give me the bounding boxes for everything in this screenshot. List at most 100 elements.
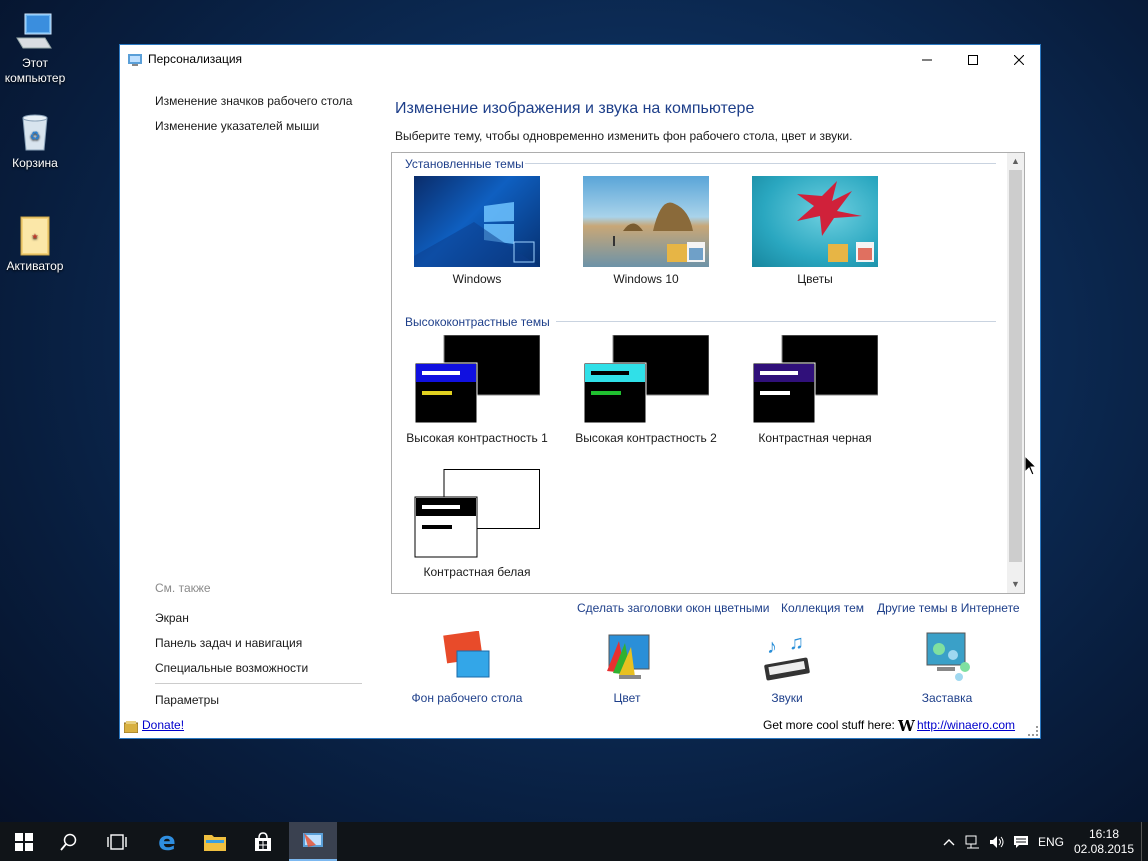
desktop-icon-recycle-bin[interactable]: ♻ Корзина <box>0 112 70 171</box>
resize-grip-icon[interactable] <box>1028 726 1038 736</box>
see-also-heading: См. также <box>155 581 211 595</box>
taskbar-navigation-link[interactable]: Панель задач и навигация <box>155 636 302 650</box>
color-titles-link[interactable]: Сделать заголовки окон цветными <box>577 601 769 615</box>
scroll-down-arrow-icon[interactable]: ▼ <box>1007 576 1024 593</box>
maximize-icon <box>968 55 978 65</box>
theme-thumbnail <box>583 176 709 267</box>
theme-label: Высокая контрастность 1 <box>406 431 548 445</box>
accessibility-link[interactable]: Специальные возможности <box>155 661 308 675</box>
winaero-link[interactable]: http://winaero.com <box>917 718 1015 732</box>
show-hidden-icons-button[interactable] <box>938 822 960 861</box>
theme-windows-10[interactable]: Windows 10 <box>566 176 726 286</box>
sidebar-divider <box>155 683 362 684</box>
volume-tray-button[interactable] <box>986 822 1008 861</box>
scroll-up-arrow-icon[interactable]: ▲ <box>1007 153 1024 170</box>
file-explorer-taskbar-button[interactable] <box>191 822 239 861</box>
clock-date: 02.08.2015 <box>1073 841 1135 856</box>
desktop-icon-this-pc[interactable]: Этот компьютер <box>0 12 70 86</box>
theme-high-contrast-1[interactable]: Высокая контрастность 1 <box>397 335 557 445</box>
theme-windows[interactable]: Windows <box>397 176 557 286</box>
theme-flowers[interactable]: Цветы <box>735 176 895 286</box>
task-view-icon <box>107 833 127 850</box>
svg-text:♫: ♫ <box>789 632 804 654</box>
windows-logo-icon <box>15 832 33 851</box>
group-divider <box>525 163 996 164</box>
desktop-background-label: Фон рабочего стола <box>411 691 523 705</box>
page-title: Изменение изображения и звука на компьют… <box>395 100 755 117</box>
volume-icon <box>990 835 1004 848</box>
online-themes-link[interactable]: Другие темы в Интернете <box>877 601 1020 615</box>
display-link[interactable]: Экран <box>155 611 189 625</box>
folder-icon <box>204 834 226 851</box>
theme-thumbnail <box>414 335 540 426</box>
chevron-up-icon <box>943 838 955 845</box>
start-button[interactable] <box>0 822 48 861</box>
settings-link[interactable]: Параметры <box>155 693 219 707</box>
recycle-bin-icon: ♻ <box>15 112 55 152</box>
svg-text:★: ★ <box>31 232 38 241</box>
store-taskbar-button[interactable] <box>239 822 287 861</box>
scroll-thumb[interactable] <box>1009 170 1022 562</box>
theme-collection-link[interactable]: Коллекция тем <box>781 601 864 615</box>
svg-text:♪: ♪ <box>767 636 777 658</box>
theme-high-contrast-2[interactable]: Высокая контрастность 2 <box>566 335 726 445</box>
window-title: Персонализация <box>148 52 243 66</box>
theme-thumbnail <box>414 176 540 267</box>
search-button[interactable] <box>45 822 93 861</box>
language-indicator[interactable]: ENG <box>1034 822 1068 861</box>
sounds-button[interactable]: ♪ ♫ Звуки <box>722 631 852 705</box>
desktop-background-icon <box>439 630 495 683</box>
theme-label: Контрастная черная <box>758 431 872 445</box>
installed-themes-heading: Установленные темы <box>405 157 524 171</box>
change-desktop-icons-link[interactable]: Изменение значков рабочего стола <box>155 94 352 108</box>
get-more-text: Get more cool stuff here: <box>763 718 895 732</box>
personalization-taskbar-button[interactable] <box>289 822 337 861</box>
theme-list-scrollbar[interactable]: ▲ ▼ <box>1007 153 1024 593</box>
screensaver-button[interactable]: Заставка <box>882 631 1012 705</box>
color-button[interactable]: Цвет <box>562 631 692 705</box>
theme-label: Контрастная белая <box>423 565 531 579</box>
network-tray-button[interactable] <box>962 822 984 861</box>
mouse-cursor-icon <box>1024 454 1038 481</box>
minimize-button[interactable] <box>904 45 950 75</box>
desktop-icon-activator[interactable]: ★ Активатор <box>0 215 70 274</box>
group-divider <box>556 321 996 322</box>
donate-link[interactable]: Donate! <box>142 718 184 732</box>
desktop-icon-label: Корзина <box>12 156 58 170</box>
personalization-icon <box>128 53 142 66</box>
theme-thumbnail <box>752 335 878 426</box>
personalization-window: Персонализация Изменение значков рабочег… <box>119 44 1041 739</box>
close-icon <box>1014 55 1024 65</box>
close-button[interactable] <box>996 45 1042 75</box>
notification-icon <box>1014 835 1028 848</box>
theme-high-contrast-black[interactable]: Контрастная черная <box>735 335 895 445</box>
show-desktop-button[interactable] <box>1141 822 1142 861</box>
svg-text:♻: ♻ <box>30 129 41 143</box>
screensaver-icon <box>919 631 975 683</box>
color-label: Цвет <box>613 691 641 705</box>
title-bar[interactable]: Персонализация <box>120 45 1040 75</box>
minimize-icon <box>922 59 932 61</box>
desktop-icon-label: Этот компьютер <box>4 56 66 85</box>
theme-label: Цветы <box>797 272 833 286</box>
maximize-button[interactable] <box>950 45 996 75</box>
theme-high-contrast-white[interactable]: Контрастная белая <box>397 469 557 579</box>
change-mouse-pointers-link[interactable]: Изменение указателей мыши <box>155 119 319 133</box>
personalization-icon <box>303 832 323 847</box>
taskbar: e ENG 16:18 02.08.2015 <box>0 822 1148 861</box>
theme-label: Высокая контрастность 2 <box>575 431 717 445</box>
theme-list[interactable]: Установленные темы Windows Windows 10 Цв… <box>391 152 1025 594</box>
winaero-logo-icon: W <box>898 717 915 735</box>
theme-label: Windows <box>452 272 502 286</box>
desktop-background-button[interactable]: Фон рабочего стола <box>402 630 532 705</box>
task-view-button[interactable] <box>93 822 141 861</box>
edge-taskbar-button[interactable]: e <box>143 822 191 861</box>
clock[interactable]: 16:18 02.08.2015 <box>1072 822 1136 861</box>
search-icon <box>60 833 77 851</box>
donate-icon <box>123 720 139 738</box>
network-icon <box>965 835 979 848</box>
theme-thumbnail <box>583 335 709 426</box>
folder-icon: ★ <box>15 215 55 256</box>
action-center-button[interactable] <box>1010 822 1032 861</box>
sounds-icon: ♪ ♫ <box>759 631 815 683</box>
